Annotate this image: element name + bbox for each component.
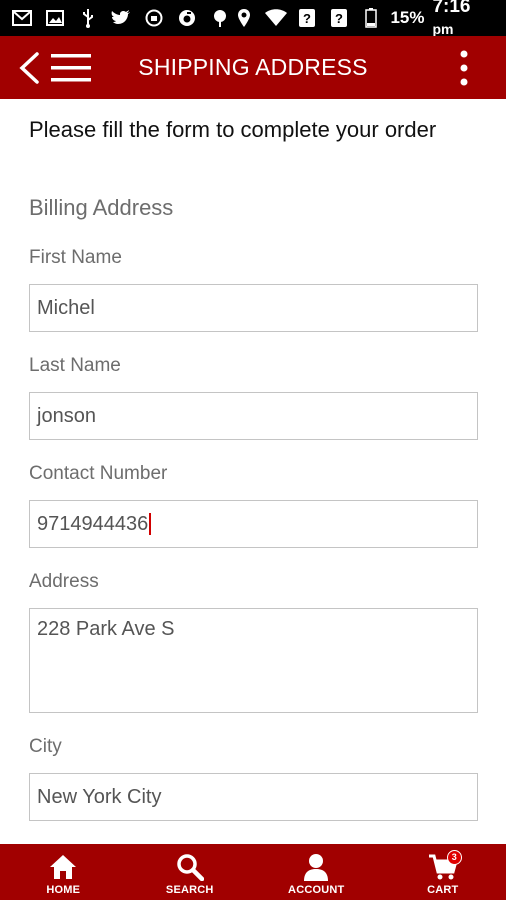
section-title-billing: Billing Address bbox=[29, 195, 174, 220]
city-field[interactable]: New York City bbox=[29, 773, 478, 821]
contact-number-label: Contact Number bbox=[29, 463, 168, 484]
android-icon bbox=[208, 6, 232, 30]
contact-number-value: 9714944436 bbox=[37, 512, 149, 535]
gmail-icon bbox=[10, 6, 34, 30]
first-name-label: First Name bbox=[29, 247, 122, 268]
sim-icon: ? bbox=[295, 6, 319, 30]
home-icon bbox=[48, 852, 78, 882]
city-label: City bbox=[29, 736, 62, 757]
menu-button[interactable] bbox=[50, 50, 92, 86]
wifi-icon bbox=[264, 6, 288, 30]
back-arrow-icon bbox=[19, 52, 39, 84]
bottom-navigation: HOME SEARCH ACCOUNT 3 CART bbox=[0, 844, 506, 900]
image-icon bbox=[43, 6, 67, 30]
nav-home[interactable]: HOME bbox=[0, 844, 127, 900]
last-name-field[interactable]: jonson bbox=[29, 392, 478, 440]
address-field[interactable]: 228 Park Ave S bbox=[29, 608, 478, 713]
last-name-label: Last Name bbox=[29, 355, 121, 376]
nav-search[interactable]: SEARCH bbox=[127, 844, 254, 900]
nav-cart-label: CART bbox=[427, 884, 459, 896]
twitter-icon bbox=[109, 6, 133, 30]
address-value: 228 Park Ave S bbox=[37, 618, 175, 640]
nav-search-label: SEARCH bbox=[165, 884, 214, 896]
app-icon bbox=[175, 6, 199, 30]
svg-text:?: ? bbox=[303, 11, 311, 26]
clock: 7:16 pm bbox=[432, 0, 471, 37]
vpn-icon bbox=[142, 6, 166, 30]
first-name-field[interactable]: Michel bbox=[29, 284, 478, 332]
battery-icon bbox=[359, 6, 383, 30]
account-icon bbox=[301, 852, 331, 882]
cart-badge: 3 bbox=[446, 850, 462, 865]
page-title: SHIPPING ADDRESS bbox=[138, 54, 368, 80]
sim-icon: ? bbox=[327, 6, 351, 30]
status-bar: ? ? 15% 7:16 pm bbox=[0, 0, 506, 37]
status-bar-system: ? ? 15% 7:16 pm bbox=[232, 0, 496, 40]
text-cursor bbox=[149, 513, 151, 535]
svg-text:?: ? bbox=[335, 11, 343, 26]
cart-icon: 3 bbox=[428, 850, 462, 882]
more-vert-icon bbox=[460, 50, 468, 86]
first-name-value: Michel bbox=[37, 296, 95, 319]
contact-number-field[interactable]: 9714944436 bbox=[29, 500, 478, 548]
nav-account-label: ACCOUNT bbox=[288, 884, 345, 896]
last-name-value: jonson bbox=[37, 404, 96, 427]
hamburger-menu-icon bbox=[51, 54, 91, 82]
city-value: New York City bbox=[37, 785, 162, 808]
search-icon bbox=[175, 852, 205, 882]
form-intro: Please fill the form to complete your or… bbox=[29, 117, 437, 142]
address-label: Address bbox=[29, 571, 99, 592]
nav-home-label: HOME bbox=[46, 884, 81, 896]
nav-cart[interactable]: 3 CART bbox=[380, 844, 506, 900]
nav-account[interactable]: ACCOUNT bbox=[253, 844, 380, 900]
form-content[interactable]: Please fill the form to complete your or… bbox=[0, 99, 506, 844]
battery-percent: 15% bbox=[390, 8, 425, 27]
back-button[interactable] bbox=[14, 51, 44, 85]
more-options-button[interactable] bbox=[444, 48, 484, 88]
location-icon bbox=[232, 6, 256, 30]
usb-icon bbox=[76, 6, 100, 30]
status-bar-notifications bbox=[10, 6, 232, 30]
app-bar: SHIPPING ADDRESS bbox=[0, 36, 506, 99]
